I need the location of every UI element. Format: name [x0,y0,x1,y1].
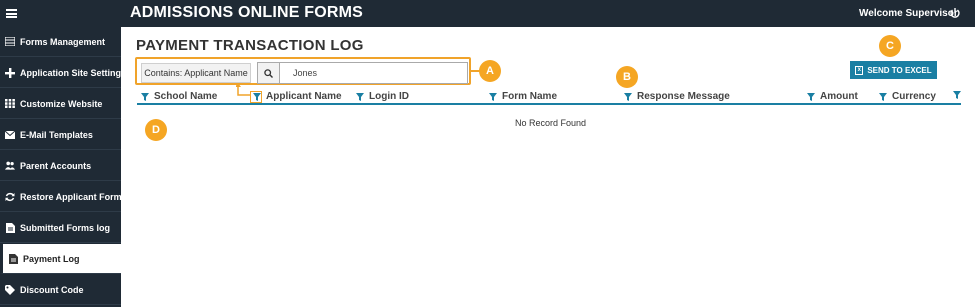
excel-icon: x [855,65,864,75]
column-header-extra[interactable] [953,91,966,99]
sidebar-item-label: E-Mail Templates [20,129,93,140]
document-icon [8,253,18,264]
top-bar: ADMISSIONS ONLINE FORMS Welcome Supervis… [0,0,975,27]
column-header-school-name[interactable]: School Name [141,91,217,102]
arrow-up-icon [236,83,250,96]
column-header-label: Currency [892,91,936,102]
sidebar-item-label: Submitted Forms log [20,222,110,233]
refresh-icon [5,192,15,202]
column-header-amount[interactable]: Amount [807,91,858,102]
send-to-excel-label: SEND TO EXCEL [867,65,932,75]
empty-state-text: No Record Found [515,118,587,128]
sidebar-item-parent-accounts[interactable]: Parent Accounts [0,151,121,181]
filter-funnel-icon[interactable] [807,92,815,101]
send-to-excel-button[interactable]: x SEND TO EXCEL [850,61,937,79]
filter-funnel-icon[interactable] [624,92,632,101]
sidebar-item-customize-website[interactable]: Customize Website [0,89,121,119]
column-header-label: School Name [154,91,218,102]
hamburger-menu-button[interactable] [0,0,121,27]
filter-funnel-icon[interactable] [879,92,887,101]
filter-funnel-icon[interactable] [953,91,961,99]
sidebar-item-payment-log[interactable]: Payment Log [0,244,121,274]
column-header-form-name[interactable]: Form Name [489,91,557,102]
search-input[interactable] [281,63,467,83]
filter-funnel-icon[interactable] [356,92,364,101]
power-icon[interactable] [949,7,961,19]
sidebar-item-label: Customize Website [20,98,103,109]
list-icon [5,37,15,47]
column-header-label: Login ID [369,91,409,102]
envelope-icon [5,130,15,140]
sidebar-item-label: Parent Accounts [20,160,92,171]
filter-funnel-icon[interactable] [141,92,149,101]
column-header-login-id[interactable]: Login ID [356,91,409,102]
page-title: PAYMENT TRANSACTION LOG [136,37,364,54]
sidebar-item-forms-management[interactable]: Forms Management [0,27,121,57]
sidebar-item-label: Restore Applicant Forms [20,191,127,202]
filter-contains-dropdown[interactable]: Contains: Applicant Name [141,63,251,83]
column-header-response-message[interactable]: Response Message [624,91,730,102]
column-header-label: Amount [820,91,858,102]
filter-funnel-icon[interactable] [489,92,497,101]
callout-b: B [616,66,638,88]
welcome-text: Welcome Supervisor [859,8,958,19]
hamburger-icon [6,9,17,18]
sidebar: Forms Management Application Site Settin… [0,27,127,307]
callout-a: A [479,60,501,82]
sidebar-item-label: Application Site Settings [20,67,127,78]
column-header-applicant-name[interactable]: Applicant Name [253,91,342,102]
callout-c: C [879,35,901,57]
search-box [257,62,468,84]
app-title: ADMISSIONS ONLINE FORMS [130,4,364,21]
document-icon [5,222,15,233]
sidebar-item-label: Forms Management [20,36,106,47]
users-icon [5,161,15,171]
column-header-label: Form Name [502,91,558,102]
search-icon[interactable] [258,63,280,83]
column-header-currency[interactable]: Currency [879,91,936,102]
sidebar-item-restore-applicant-forms[interactable]: Restore Applicant Forms [0,182,127,212]
app: ADMISSIONS ONLINE FORMS Welcome Supervis… [0,0,975,307]
grid-icon [5,99,15,109]
column-header-label: Applicant Name [266,91,342,102]
sidebar-item-label: Discount Code [20,284,84,295]
sidebar-item-discount-code[interactable]: Discount Code [0,275,121,305]
funnel-highlight [250,91,262,103]
plus-icon [5,67,15,78]
filter-group-highlight: Contains: Applicant Name [135,57,471,85]
callout-d: D [145,119,167,141]
sidebar-item-submitted-forms-log[interactable]: Submitted Forms log [0,213,121,243]
tag-icon [5,284,15,295]
sidebar-item-label: Payment Log [23,253,80,264]
column-header-label: Response Message [637,91,730,102]
sidebar-item-application-site-settings[interactable]: Application Site Settings [0,58,126,88]
sidebar-item-email-templates[interactable]: E-Mail Templates [0,120,121,150]
